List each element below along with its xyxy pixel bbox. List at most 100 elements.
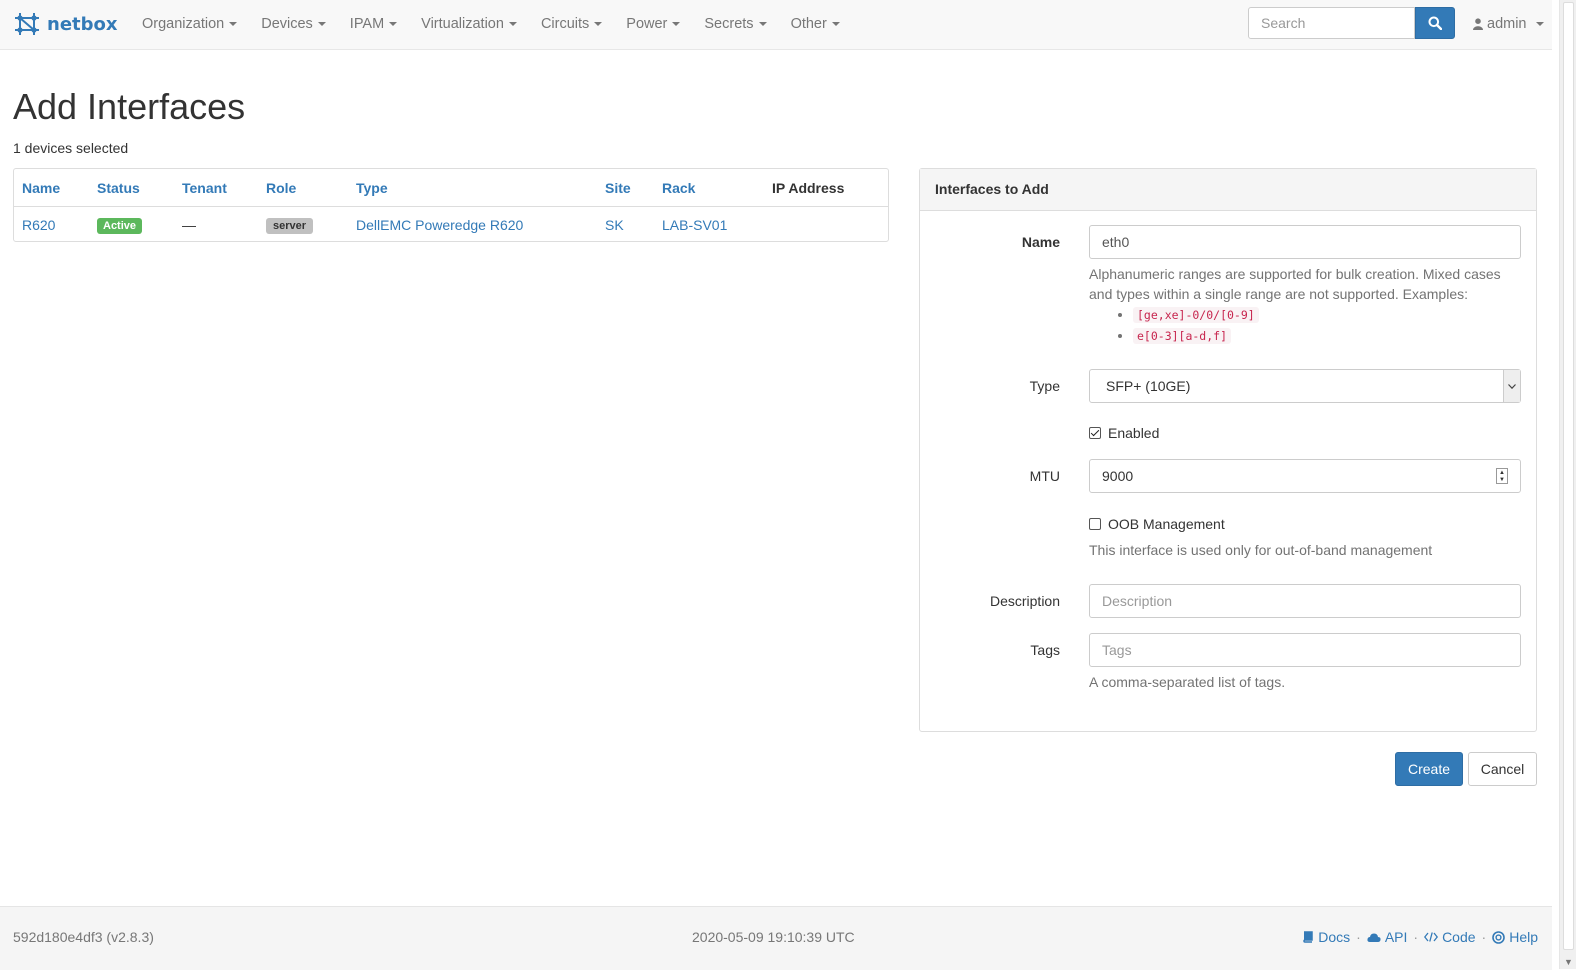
create-button[interactable]: Create — [1395, 752, 1463, 786]
code-link[interactable]: Code — [1424, 929, 1476, 945]
page-title: Add Interfaces — [13, 86, 246, 127]
user-name: admin — [1487, 16, 1527, 32]
description-input[interactable]: Description — [1089, 584, 1521, 618]
navbar: netbox Organization Devices IPAM Virtual… — [0, 0, 1552, 50]
caret-down-icon — [1535, 22, 1544, 26]
cell-rack: LAB-SV01 — [654, 207, 764, 243]
book-icon — [1303, 931, 1313, 943]
separator: · — [1481, 929, 1487, 945]
device-type-link[interactable]: DellEMC Poweredge R620 — [356, 217, 523, 233]
role-badge: server — [266, 217, 314, 234]
list-item: e[0-3][a-d,f] — [1133, 325, 1521, 346]
search-input[interactable] — [1248, 7, 1415, 39]
menu-secrets[interactable]: Secrets — [692, 0, 778, 49]
timestamp-text: 2020-05-09 19:10:39 UTC — [692, 929, 855, 945]
type-select[interactable]: SFP+ (10GE) — [1089, 369, 1521, 403]
menu-label: Other — [790, 16, 827, 32]
help-label: Help — [1509, 929, 1538, 945]
col-header-name[interactable]: Name — [14, 169, 89, 207]
caret-down-icon — [672, 22, 681, 27]
help-link[interactable]: Help — [1492, 929, 1538, 945]
col-header-type[interactable]: Type — [348, 169, 597, 207]
rack-link[interactable]: LAB-SV01 — [662, 217, 727, 233]
code-icon — [1424, 932, 1439, 942]
col-header-status[interactable]: Status — [89, 169, 174, 207]
cloud-icon — [1367, 933, 1381, 942]
col-header-tenant[interactable]: Tenant — [174, 169, 258, 207]
menu-virtualization[interactable]: Virtualization — [409, 0, 529, 49]
menu-label: Devices — [261, 16, 313, 32]
cell-status: Active — [89, 207, 174, 243]
caret-down-icon — [508, 22, 517, 27]
docs-label: Docs — [1318, 929, 1351, 945]
chevron-down-icon — [1503, 370, 1520, 402]
name-input[interactable]: eth0 — [1089, 225, 1521, 259]
name-examples-list: [ge,xe]-0/0/[0-9] e[0-3][a-d,f] — [1089, 304, 1521, 346]
oob-management-checkbox[interactable]: OOB Management — [1089, 516, 1225, 532]
mtu-label: MTU — [1029, 468, 1060, 484]
footer: 592d180e4df3 (v2.8.3) 2020-05-09 19:10:3… — [0, 906, 1552, 970]
device-link[interactable]: R620 — [22, 217, 55, 233]
site-link[interactable]: SK — [605, 217, 624, 233]
type-selected-value: SFP+ (10GE) — [1106, 378, 1191, 394]
menu-ipam[interactable]: IPAM — [338, 0, 409, 49]
search-button[interactable] — [1415, 7, 1455, 39]
menu-organization[interactable]: Organization — [130, 0, 249, 49]
caret-down-icon — [594, 22, 603, 27]
tags-input[interactable]: Tags — [1089, 633, 1521, 667]
number-spinner-icon[interactable]: ▲ ▼ — [1496, 468, 1508, 484]
menu-devices[interactable]: Devices — [249, 0, 338, 49]
description-label: Description — [989, 593, 1060, 609]
brand-logo[interactable]: netbox — [13, 10, 118, 38]
example-code: [ge,xe]-0/0/[0-9] — [1133, 307, 1259, 323]
menu-label: Virtualization — [421, 16, 504, 32]
cancel-button[interactable]: Cancel — [1468, 752, 1537, 786]
status-badge: Active — [97, 217, 143, 234]
user-menu[interactable]: admin — [1473, 0, 1544, 48]
mtu-value: 9000 — [1102, 468, 1134, 484]
caret-down-icon — [229, 22, 238, 27]
col-header-role[interactable]: Role — [258, 169, 348, 207]
enabled-checkbox[interactable]: Enabled — [1089, 425, 1159, 441]
devices-panel: Name Status Tenant Role Type Site Rack I… — [13, 168, 889, 242]
selected-count: 1 devices selected — [13, 140, 129, 156]
menu-circuits[interactable]: Circuits — [529, 0, 614, 49]
table-row: R620 Active — server DellEMC Poweredge R… — [14, 207, 888, 243]
cell-type: DellEMC Poweredge R620 — [348, 207, 597, 243]
table-header-row: Name Status Tenant Role Type Site Rack I… — [14, 169, 888, 207]
menu-power[interactable]: Power — [614, 0, 692, 49]
mtu-input[interactable]: 9000 ▲ ▼ — [1089, 459, 1521, 493]
code-label: Code — [1442, 929, 1476, 945]
caret-down-icon — [758, 22, 767, 27]
tags-help-text: A comma-separated list of tags. — [1089, 674, 1286, 690]
version-text: 592d180e4df3 (v2.8.3) — [13, 929, 154, 945]
col-header-rack[interactable]: Rack — [654, 169, 764, 207]
example-code: e[0-3][a-d,f] — [1133, 328, 1232, 344]
col-header-site[interactable]: Site — [597, 169, 654, 207]
lifebuoy-icon — [1492, 930, 1506, 944]
vertical-scrollbar[interactable]: ▼ — [1559, 0, 1576, 969]
separator: · — [1413, 929, 1419, 945]
scroll-down-arrow-icon[interactable]: ▼ — [1564, 957, 1573, 967]
search-icon — [1428, 16, 1442, 30]
scrollbar-thumb[interactable] — [1563, 2, 1574, 950]
col-header-ip-address: IP Address — [764, 169, 888, 207]
list-item: [ge,xe]-0/0/[0-9] — [1133, 304, 1521, 325]
menu-label: Power — [626, 16, 668, 32]
devices-table: Name Status Tenant Role Type Site Rack I… — [14, 169, 888, 242]
caret-down-icon — [389, 22, 398, 27]
menu-label: Circuits — [540, 16, 590, 32]
api-link[interactable]: API — [1367, 929, 1407, 945]
footer-links: Docs · API · Code · Help — [1302, 929, 1538, 945]
enabled-label: Enabled — [1108, 425, 1160, 441]
menu-other[interactable]: Other — [779, 0, 852, 49]
oob-label: OOB Management — [1108, 516, 1225, 532]
docs-link[interactable]: Docs — [1302, 929, 1350, 945]
menu-label: Secrets — [704, 16, 754, 32]
separator: · — [1356, 929, 1361, 945]
brand-name: netbox — [47, 13, 118, 35]
menu-label: IPAM — [349, 16, 385, 32]
caret-down-icon — [831, 22, 840, 27]
menu-label: Organization — [142, 16, 225, 32]
netbox-logo-icon — [15, 13, 39, 35]
